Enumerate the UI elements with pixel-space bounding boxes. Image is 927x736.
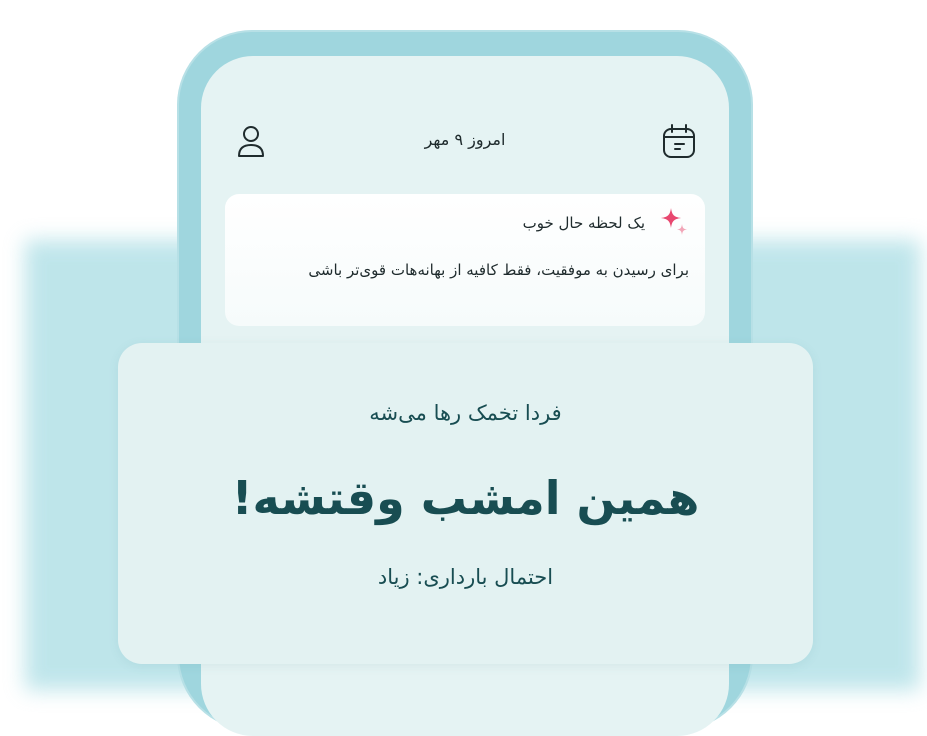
quote-title-row: یک لحظه حال خوب [523,208,691,238]
date-label: امروز ۹ مهر [424,130,506,149]
quote-text: برای رسیدن به موفقیت، فقط کافیه از بهانه… [308,261,689,279]
info-headline: همین امشب وقتشه! [231,471,700,525]
quote-title: یک لحظه حال خوب [522,214,645,232]
pregnancy-chance-label: احتمال بارداری: زیاد [377,565,554,589]
calendar-icon[interactable] [660,122,698,160]
fertility-info-card[interactable]: فردا تخمک رها می‌شه همین امشب وقتشه! احت… [118,343,813,664]
daily-quote-card[interactable]: یک لحظه حال خوب برای رسیدن به موفقیت، فق… [225,194,705,326]
ovulation-subtitle: فردا تخمک رها می‌شه [369,401,562,425]
sparkle-icon [657,206,691,240]
app-header: امروز ۹ مهر [201,118,729,164]
